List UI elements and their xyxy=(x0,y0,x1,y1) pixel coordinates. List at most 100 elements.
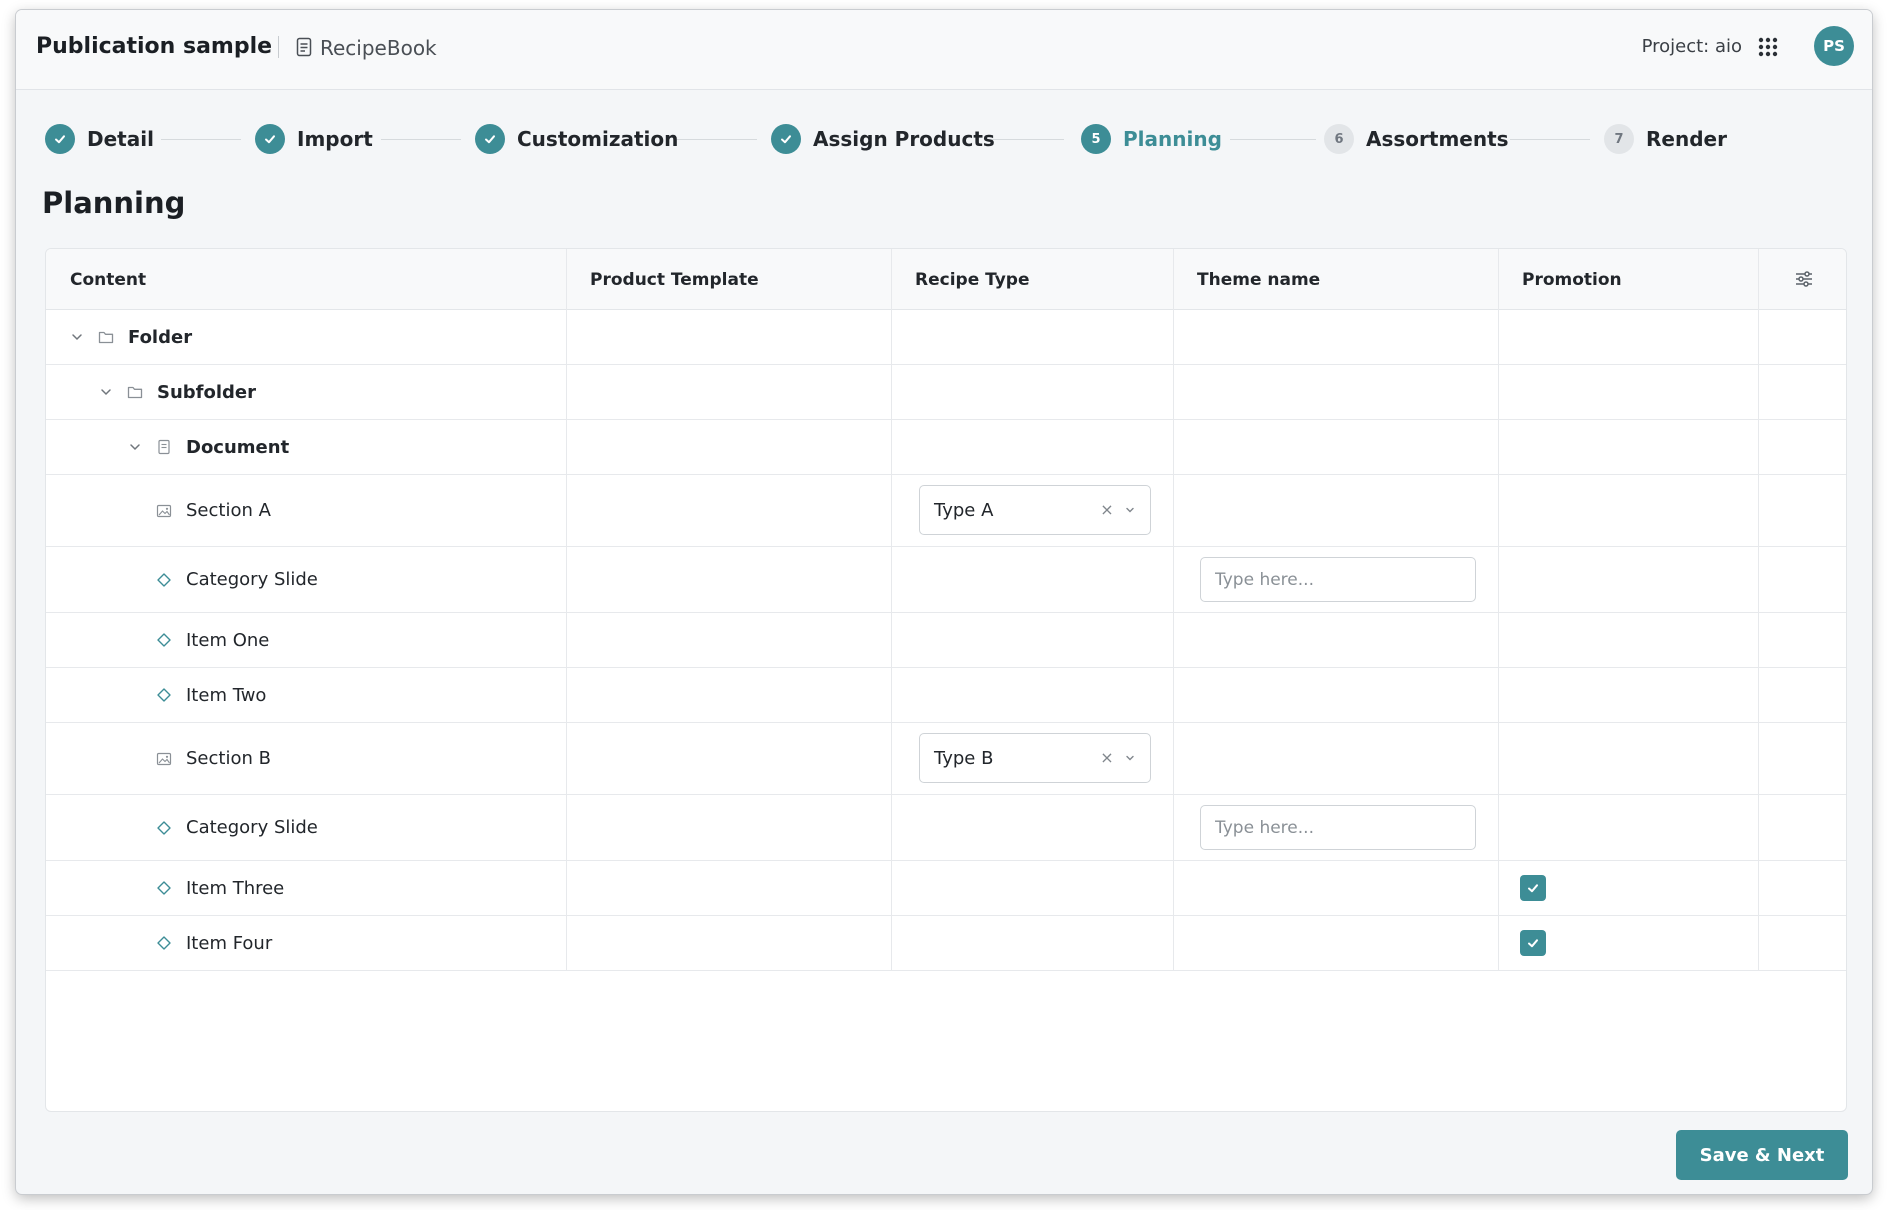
step-connector xyxy=(986,139,1064,140)
step-connector xyxy=(677,139,757,140)
table-row[interactable]: Subfolder xyxy=(46,365,1846,420)
step-number: 6 xyxy=(1324,124,1354,154)
content-cell: Item Two xyxy=(156,668,266,722)
row-label: Folder xyxy=(128,326,193,348)
step-connector xyxy=(161,139,241,140)
table-row[interactable]: Item Four xyxy=(46,916,1846,971)
select-value: Type A xyxy=(934,499,994,521)
row-label: Item Three xyxy=(186,877,285,899)
title-divider xyxy=(278,36,279,58)
row-label: Section A xyxy=(186,500,271,521)
diamond-icon xyxy=(157,820,171,835)
step-render[interactable]: 7 Render xyxy=(1604,124,1727,154)
theme-name-input[interactable] xyxy=(1200,805,1476,850)
column-header-promotion[interactable]: Promotion xyxy=(1498,249,1622,310)
column-header-product-template[interactable]: Product Template xyxy=(566,249,759,310)
diamond-icon xyxy=(157,688,171,702)
step-planning[interactable]: 5 Planning xyxy=(1081,124,1222,154)
theme-name-input[interactable] xyxy=(1200,557,1476,602)
step-connector xyxy=(1230,139,1316,140)
content-cell: Item Three xyxy=(156,861,284,915)
diamond-icon xyxy=(157,881,171,895)
recipe-type-select[interactable]: Type A × xyxy=(919,485,1151,535)
table-row[interactable]: Folder xyxy=(46,310,1846,365)
diamond-icon xyxy=(157,633,171,647)
document-name[interactable]: RecipeBook xyxy=(320,36,437,60)
folder-icon xyxy=(127,386,143,399)
row-label: Category Slide xyxy=(186,817,318,838)
step-label: Render xyxy=(1646,127,1727,151)
step-number: 5 xyxy=(1081,124,1111,154)
step-detail[interactable]: Detail xyxy=(45,124,154,154)
document-icon xyxy=(158,439,170,455)
check-icon xyxy=(255,124,285,154)
step-label: Import xyxy=(297,127,373,151)
table-row[interactable]: Item Three xyxy=(46,861,1846,916)
table-header: Content Product Template Recipe Type The… xyxy=(46,249,1846,310)
content-cell: Item One xyxy=(156,613,269,667)
table-row[interactable]: Section A Type A × xyxy=(46,475,1846,547)
step-customization[interactable]: Customization xyxy=(475,124,678,154)
planning-table: Content Product Template Recipe Type The… xyxy=(45,248,1847,1112)
app-title: Publication sample xyxy=(36,34,273,59)
row-label: Category Slide xyxy=(186,569,318,590)
chevron-down-icon[interactable] xyxy=(99,385,113,399)
check-icon xyxy=(475,124,505,154)
save-next-button[interactable]: Save & Next xyxy=(1676,1130,1848,1180)
check-icon xyxy=(1528,939,1538,948)
folder-icon xyxy=(98,331,114,344)
step-label: Detail xyxy=(87,127,154,151)
recipe-type-select[interactable]: Type B × xyxy=(919,733,1151,783)
top-header: Publication sample RecipeBook Project: a… xyxy=(16,10,1872,90)
row-label: Section B xyxy=(186,748,271,769)
table-row[interactable]: Section B Type B × xyxy=(46,723,1846,795)
content-cell: Section B xyxy=(156,723,271,794)
promotion-checkbox[interactable] xyxy=(1520,930,1546,956)
chevron-down-icon[interactable] xyxy=(128,440,142,454)
content-cell: Item Four xyxy=(156,916,272,970)
column-header-content[interactable]: Content xyxy=(46,249,146,310)
step-connector xyxy=(1510,139,1590,140)
row-label: Item One xyxy=(186,629,270,651)
chevron-down-icon[interactable] xyxy=(1124,752,1136,764)
project-selector[interactable]: Project: aio xyxy=(1642,36,1742,57)
chevron-down-icon[interactable] xyxy=(70,330,84,344)
diamond-icon xyxy=(157,936,171,950)
clear-icon[interactable]: × xyxy=(1100,750,1114,766)
content-cell: Folder xyxy=(70,310,192,364)
column-header-theme-name[interactable]: Theme name xyxy=(1173,249,1320,310)
step-import[interactable]: Import xyxy=(255,124,373,154)
check-icon xyxy=(1528,884,1538,893)
table-row[interactable]: Category Slide xyxy=(46,547,1846,613)
step-label: Planning xyxy=(1123,127,1222,151)
page-title: Planning xyxy=(42,186,186,220)
column-header-recipe-type[interactable]: Recipe Type xyxy=(891,249,1030,310)
table-row[interactable]: Item One xyxy=(46,613,1846,668)
step-number: 7 xyxy=(1604,124,1634,154)
row-label: Item Two xyxy=(186,684,267,706)
row-label: Item Four xyxy=(186,932,273,954)
select-value: Type B xyxy=(934,747,994,769)
promotion-checkbox[interactable] xyxy=(1520,875,1546,901)
content-cell: Section A xyxy=(156,475,271,546)
image-icon xyxy=(156,504,172,517)
row-label: Document xyxy=(186,436,290,458)
clear-icon[interactable]: × xyxy=(1100,502,1114,518)
table-row[interactable]: Item Two xyxy=(46,668,1846,723)
table-row[interactable]: Document xyxy=(46,420,1846,475)
row-label: Subfolder xyxy=(157,381,256,403)
step-assign-products[interactable]: Assign Products xyxy=(771,124,995,154)
step-label: Customization xyxy=(517,127,679,151)
chevron-down-icon[interactable] xyxy=(1124,504,1136,516)
diamond-icon xyxy=(157,572,171,587)
content-cell: Category Slide xyxy=(156,547,318,612)
check-icon xyxy=(45,124,75,154)
step-connector xyxy=(381,139,461,140)
image-icon xyxy=(156,752,172,765)
user-avatar[interactable]: PS xyxy=(1814,26,1854,66)
grid-apps-icon[interactable] xyxy=(1758,37,1778,57)
table-row[interactable]: Category Slide xyxy=(46,795,1846,861)
step-assortments[interactable]: 6 Assortments xyxy=(1324,124,1509,154)
column-settings-icon[interactable] xyxy=(1794,269,1814,289)
document-icon xyxy=(296,37,312,57)
